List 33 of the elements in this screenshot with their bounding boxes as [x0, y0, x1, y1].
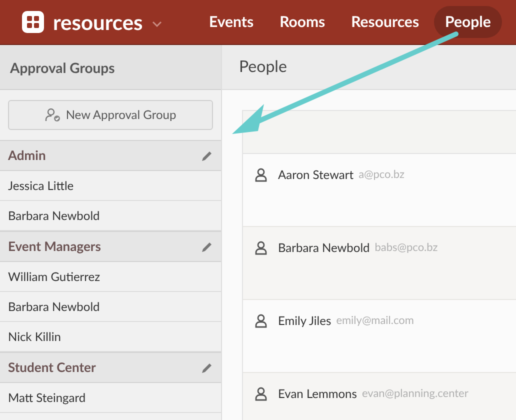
- person-email: emily@mail.com: [336, 314, 414, 328]
- person-icon: [255, 314, 267, 328]
- app-name[interactable]: resources: [53, 12, 143, 32]
- nav-tab[interactable]: People: [434, 6, 502, 38]
- pencil-icon[interactable]: [201, 362, 213, 374]
- person-email: a@pco.bz: [358, 168, 404, 182]
- person-name[interactable]: Evan Lemmons: [278, 387, 357, 401]
- person-icon: [255, 241, 267, 255]
- new-approval-group-button[interactable]: New Approval Group: [8, 100, 213, 130]
- group-name[interactable]: Admin: [8, 146, 46, 166]
- person-email: babs@pco.bz: [374, 241, 438, 255]
- person-name[interactable]: Aaron Stewart: [278, 168, 354, 182]
- pencil-icon[interactable]: [201, 240, 213, 252]
- group-member[interactable]: Jessica Little: [0, 171, 221, 201]
- nav-tab[interactable]: Resources: [340, 6, 430, 38]
- group-member[interactable]: Matt Steingard: [0, 383, 221, 413]
- grid-logo-icon: [22, 11, 44, 33]
- person-check-icon: [44, 108, 61, 122]
- person-icon: [255, 387, 267, 401]
- person-icon: [255, 168, 267, 182]
- nav-tab[interactable]: Rooms: [268, 6, 336, 38]
- person-email: evan@planning.center: [362, 387, 468, 401]
- group-name[interactable]: Student Center: [8, 358, 96, 378]
- group-member[interactable]: William Gutierrez: [0, 262, 221, 292]
- sidebar-title: Approval Groups: [0, 45, 221, 90]
- person-name[interactable]: Emily Jiles: [278, 314, 332, 328]
- main-title: People: [222, 45, 516, 90]
- chevron-down-icon[interactable]: [152, 20, 162, 26]
- nav-tab[interactable]: Events: [198, 6, 265, 38]
- person-name[interactable]: Barbara Newbold: [278, 241, 370, 255]
- group-name[interactable]: Event Managers: [8, 236, 101, 256]
- group-member[interactable]: Barbara Newbold: [0, 292, 221, 322]
- pencil-icon[interactable]: [201, 150, 213, 162]
